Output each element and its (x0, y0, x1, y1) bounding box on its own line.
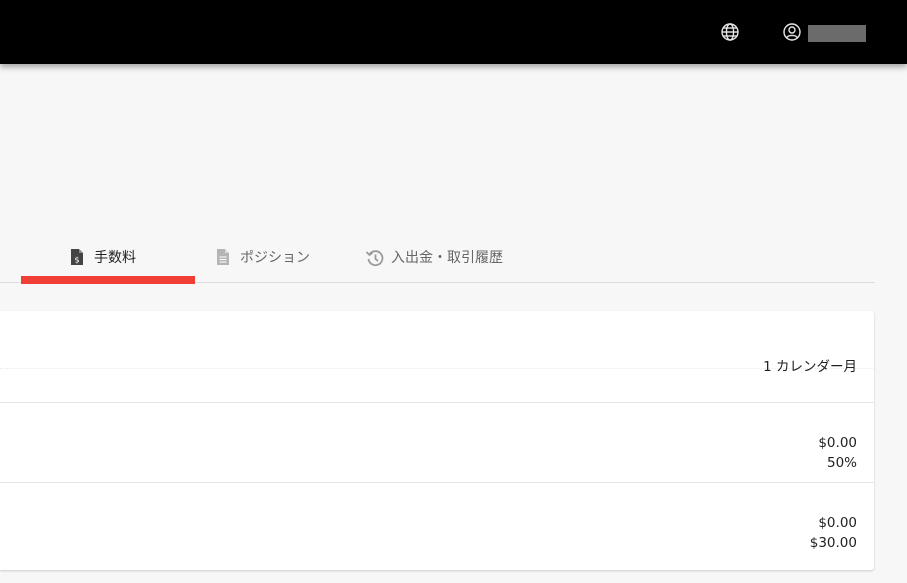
fees-card: 1 カレンダー月 $0.00 50% $0.00 $30.00 (0, 311, 874, 570)
fee-row: $0.00 50% (0, 403, 874, 483)
tab-history[interactable]: 入出金・取引履歴 (365, 232, 503, 282)
fee-row-value-2: $30.00 (809, 535, 857, 551)
fee-row: $0.00 $30.00 (0, 483, 874, 570)
period-row: 1 カレンダー月 (0, 311, 874, 403)
period-value: 1 カレンダー月 (763, 359, 857, 375)
language-globe-icon[interactable] (719, 21, 741, 43)
user-account-button[interactable] (781, 21, 871, 45)
user-circle-icon (781, 21, 803, 43)
tab-positions[interactable]: ポジション (214, 232, 310, 282)
tab-positions-label: ポジション (240, 250, 310, 266)
fee-row-value-1: $0.00 (818, 515, 857, 531)
top-navigation-bar (0, 0, 907, 64)
row-divider (0, 368, 874, 369)
fee-row-value-2: 50% (826, 455, 857, 471)
document-icon (214, 248, 232, 266)
fee-row-value-1: $0.00 (818, 435, 857, 451)
svg-text:$: $ (74, 256, 79, 265)
active-tab-indicator (21, 276, 195, 284)
user-name-redacted (808, 25, 866, 42)
tab-history-label: 入出金・取引履歴 (391, 250, 503, 266)
tab-fees[interactable]: $ 手数料 (68, 232, 136, 282)
fee-document-icon: $ (68, 248, 86, 266)
tab-fees-label: 手数料 (94, 250, 136, 266)
history-icon (365, 248, 384, 267)
